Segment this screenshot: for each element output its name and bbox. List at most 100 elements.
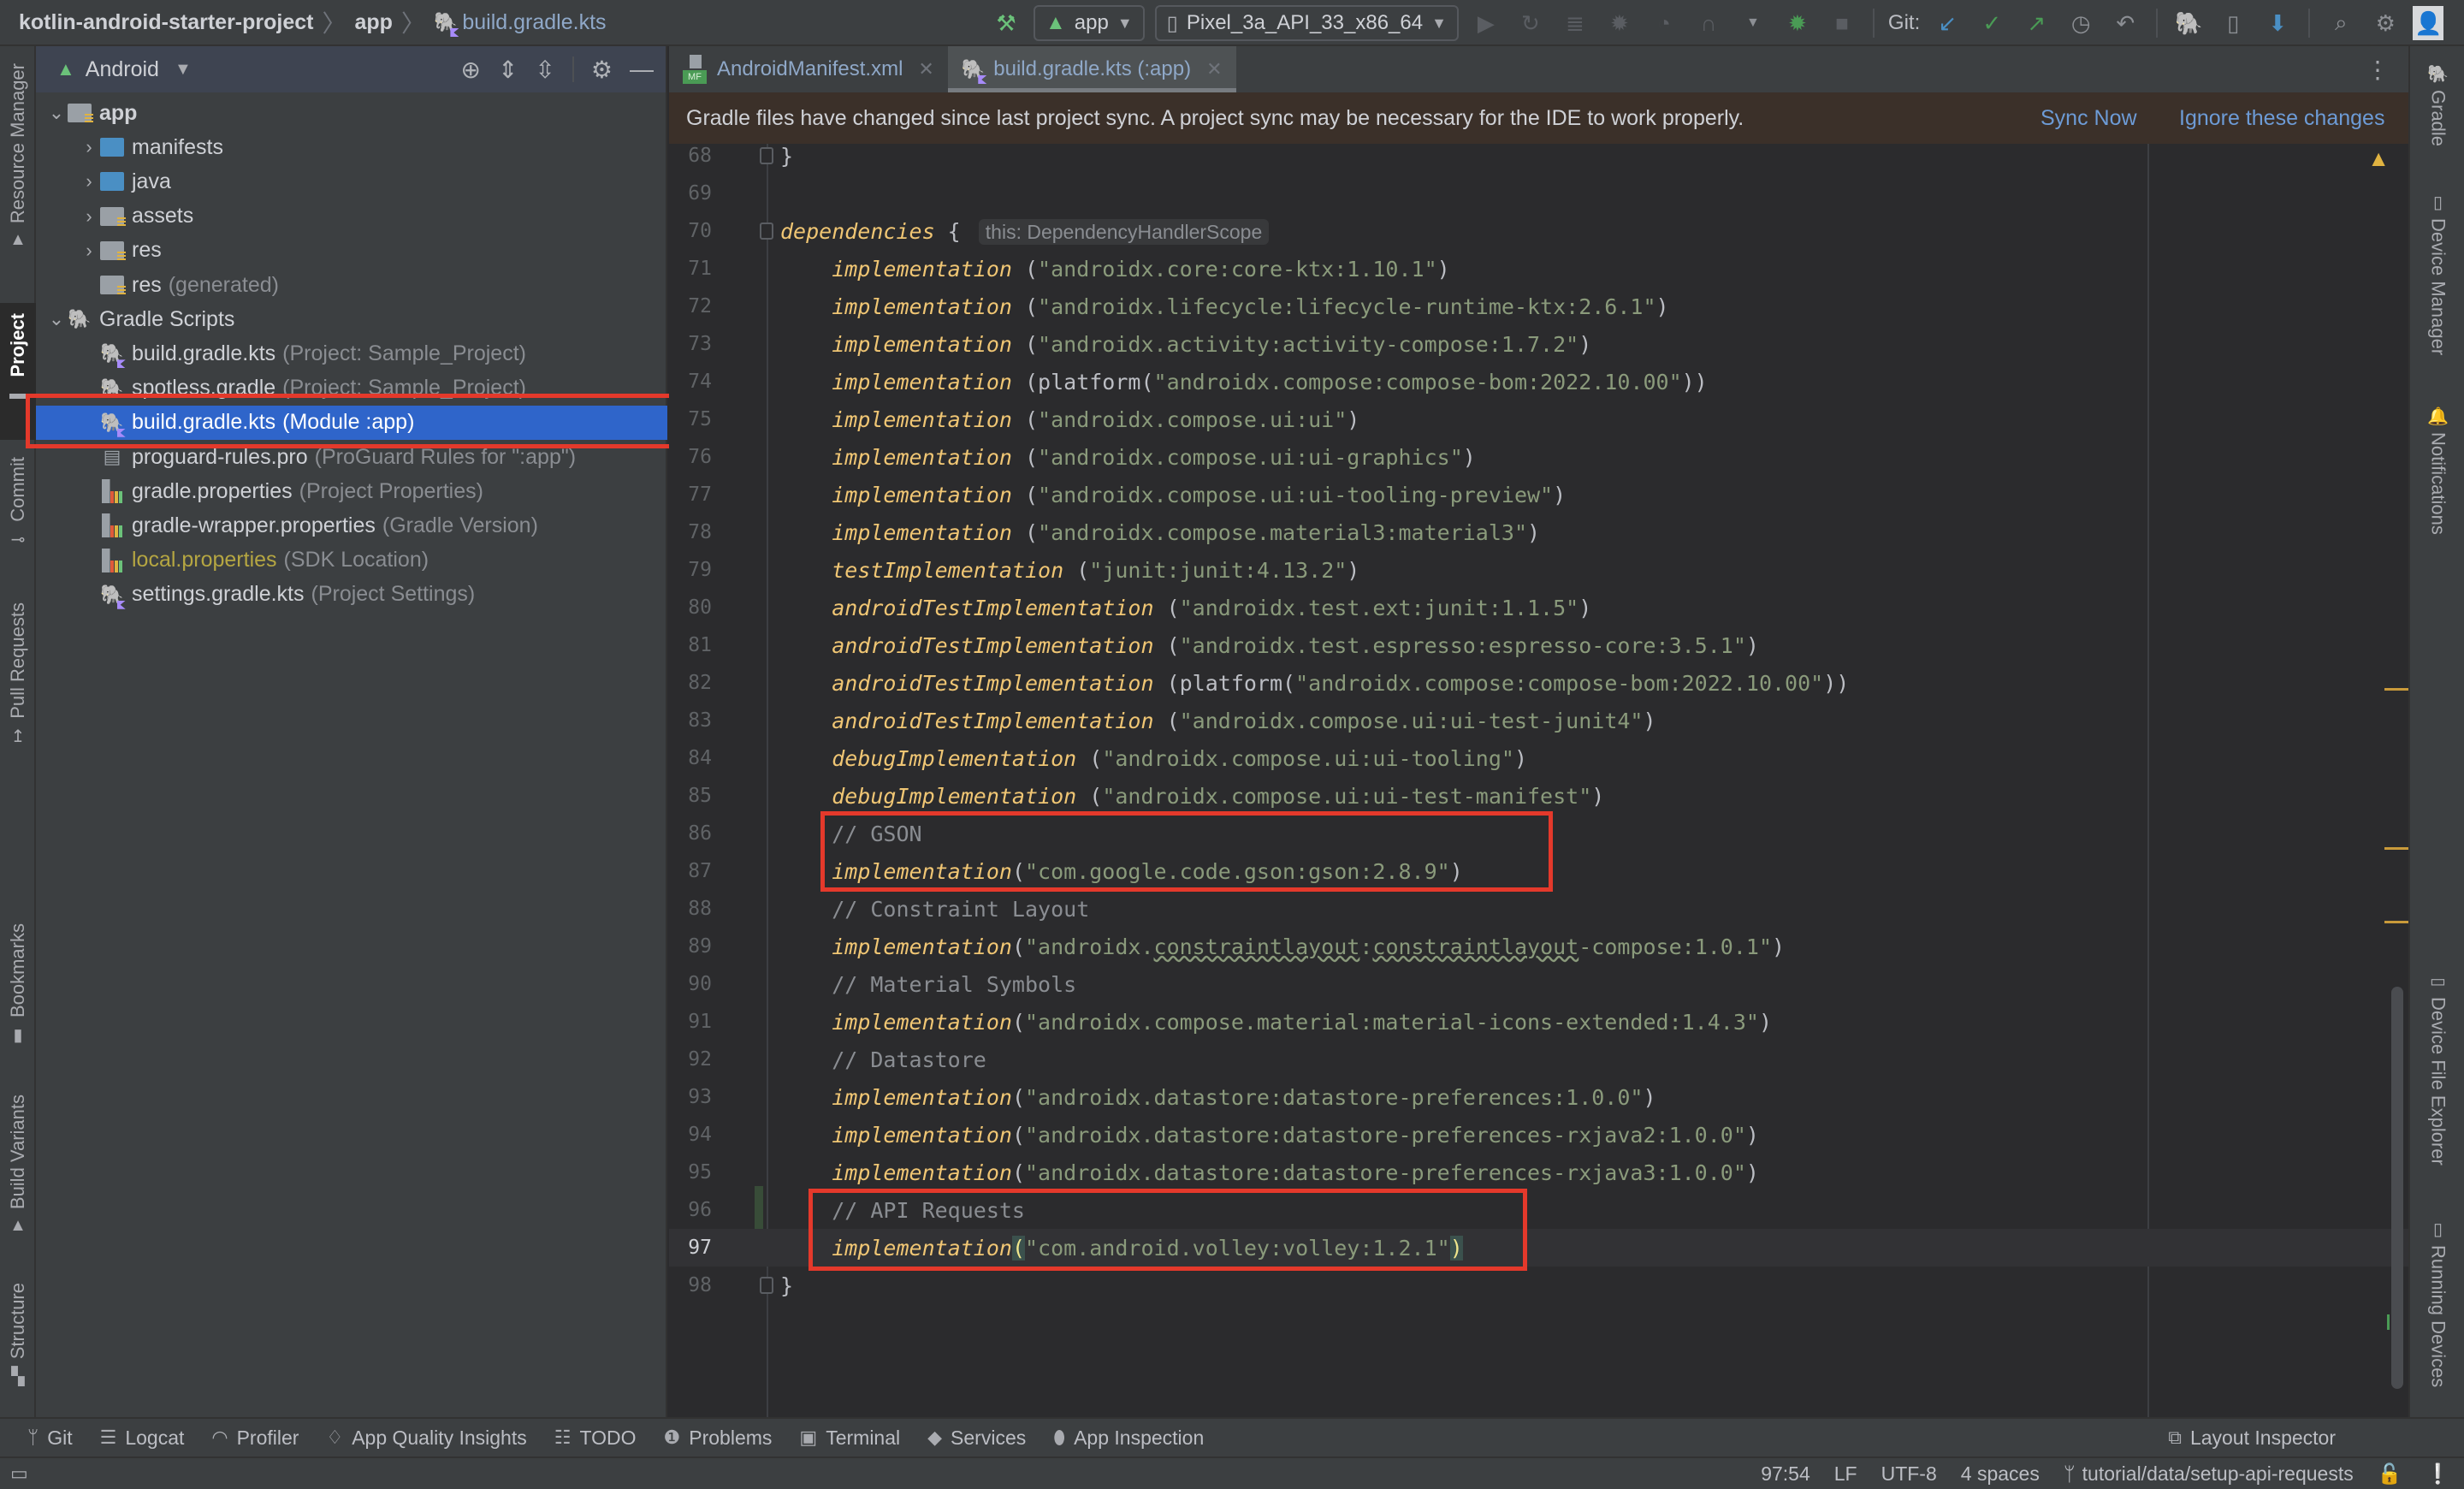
- code-line[interactable]: 88 // Constraint Layout: [669, 890, 2408, 928]
- line-number[interactable]: 77: [669, 483, 712, 506]
- code-line[interactable]: 98}: [669, 1267, 2408, 1304]
- tree-item[interactable]: gradle-wrapper.properties (Gradle Version…: [36, 508, 667, 543]
- code-line[interactable]: 76 implementation ("androidx.compose.ui:…: [669, 438, 2408, 476]
- chevron-down-icon[interactable]: ⌄: [46, 308, 67, 330]
- close-icon[interactable]: ✕: [918, 58, 933, 80]
- code-line[interactable]: 91 implementation("androidx.compose.mate…: [669, 1003, 2408, 1041]
- line-number[interactable]: 75: [669, 408, 712, 430]
- line-number[interactable]: 85: [669, 785, 712, 807]
- line-number[interactable]: 90: [669, 973, 712, 995]
- run-icon[interactable]: ▶: [1469, 6, 1503, 40]
- git-branch-widget[interactable]: ᛘ tutorial/data/setup-api-requests: [2064, 1462, 2354, 1486]
- code-line[interactable]: 79 testImplementation ("junit:junit:4.13…: [669, 551, 2408, 589]
- tool-tab-notifications[interactable]: 🔔 Notifications: [2410, 406, 2464, 535]
- chevron-right-icon[interactable]: ›: [79, 136, 99, 158]
- code-line[interactable]: 93 implementation("androidx.datastore:da…: [669, 1078, 2408, 1116]
- lock-icon[interactable]: 🔓: [2378, 1462, 2402, 1486]
- git-history-icon[interactable]: ◷: [2064, 6, 2098, 40]
- line-number[interactable]: 97: [669, 1237, 712, 1259]
- debug-icon[interactable]: ✹: [1602, 6, 1637, 40]
- device-select[interactable]: ▯ Pixel_3a_API_33_x86_64 ▼: [1154, 5, 1459, 41]
- more-run-icon[interactable]: ▼: [1736, 6, 1770, 40]
- event-log-icon[interactable]: ❕: [2426, 1462, 2450, 1486]
- code-line[interactable]: 70 dependencies { this: DependencyHandler…: [669, 212, 2408, 250]
- tree-item[interactable]: › manifests: [36, 130, 667, 164]
- tool-todo[interactable]: ☷ TODO: [554, 1427, 637, 1450]
- ignore-changes-link[interactable]: Ignore these changes: [2179, 106, 2384, 131]
- code-line[interactable]: 84 debugImplementation ("androidx.compos…: [669, 739, 2408, 777]
- chevron-right-icon[interactable]: ›: [79, 240, 99, 262]
- line-number[interactable]: 79: [669, 559, 712, 581]
- gradle-sync-icon[interactable]: 🐘: [2171, 6, 2206, 40]
- line-number[interactable]: 93: [669, 1086, 712, 1108]
- tool-logcat[interactable]: ☰ Logcat: [100, 1427, 185, 1450]
- tree-item[interactable]: › java: [36, 164, 667, 199]
- line-number[interactable]: 70: [669, 220, 712, 242]
- code-line[interactable]: 81 androidTestImplementation ("androidx.…: [669, 626, 2408, 664]
- line-number[interactable]: 69: [669, 182, 712, 205]
- locate-file-icon[interactable]: ⊕: [460, 56, 480, 84]
- code-line[interactable]: 73 implementation ("androidx.activity:ac…: [669, 325, 2408, 363]
- line-number[interactable]: 96: [669, 1199, 712, 1221]
- tree-item[interactable]: 🐘 build.gradle.kts (Project: Sample_Projec…: [36, 336, 667, 371]
- toggle-tool-windows-icon[interactable]: ▭: [10, 1462, 28, 1485]
- tree-item[interactable]: 🐘 build.gradle.kts (Module :app): [36, 405, 667, 440]
- tree-item[interactable]: ▤ proguard-rules.pro (ProGuard Rules for "…: [36, 440, 667, 474]
- tool-app-inspection[interactable]: ⬮ App Inspection: [1053, 1427, 1204, 1450]
- line-number[interactable]: 92: [669, 1048, 712, 1071]
- tool-tab-commit[interactable]: Commit ⊸: [0, 457, 36, 550]
- tool-layout-inspector[interactable]: ⧉ Layout Inspector: [2168, 1427, 2336, 1450]
- line-number[interactable]: 86: [669, 822, 712, 845]
- line-number[interactable]: 72: [669, 295, 712, 317]
- code-line[interactable]: 96 // API Requests: [669, 1191, 2408, 1229]
- tab-build-gradle-app[interactable]: 🐘 build.gradle.kts (:app) ✕: [947, 46, 1236, 92]
- warning-stripe[interactable]: [2384, 688, 2408, 691]
- line-number[interactable]: 94: [669, 1124, 712, 1146]
- line-number[interactable]: 88: [669, 898, 712, 920]
- code-line[interactable]: 87 implementation("com.google.code.gson:…: [669, 852, 2408, 890]
- tool-tab-device-file-explorer[interactable]: ▭ Device File Explorer: [2410, 970, 2464, 1166]
- tree-item[interactable]: ⌄ 🐘 Gradle Scripts: [36, 302, 667, 336]
- code-line[interactable]: 74 implementation (platform("androidx.co…: [669, 363, 2408, 400]
- git-update-icon[interactable]: ↙: [1930, 6, 1964, 40]
- tab-android-manifest[interactable]: MF AndroidManifest.xml ✕: [669, 46, 948, 92]
- fold-toggle-icon[interactable]: [760, 147, 773, 164]
- tool-tab-structure[interactable]: Structure ▚: [0, 1283, 36, 1387]
- tool-tab-resource-manager[interactable]: Resource Manager ▲: [0, 63, 36, 250]
- code-line[interactable]: 90 // Material Symbols: [669, 965, 2408, 1003]
- code-line[interactable]: 82 androidTestImplementation (platform("…: [669, 664, 2408, 702]
- line-number[interactable]: 83: [669, 709, 712, 732]
- tool-tab-pull-requests[interactable]: Pull Requests ↥: [0, 602, 36, 747]
- tool-tab-running-devices[interactable]: ▯ Running Devices: [2410, 1219, 2464, 1387]
- device-manager-icon[interactable]: ▯: [2216, 6, 2250, 40]
- more-tabs-icon[interactable]: ⋮: [2366, 46, 2390, 92]
- collapse-all-icon[interactable]: ⇳: [535, 56, 554, 84]
- code-line[interactable]: 85 debugImplementation ("androidx.compos…: [669, 777, 2408, 815]
- apply-code-changes-icon[interactable]: ≣: [1558, 6, 1592, 40]
- tool-app-quality-insights[interactable]: ♢ App Quality Insights: [326, 1427, 526, 1450]
- code-line[interactable]: 77 implementation ("androidx.compose.ui:…: [669, 476, 2408, 513]
- indent-setting[interactable]: 4 spaces: [1961, 1462, 2040, 1486]
- line-number[interactable]: 84: [669, 747, 712, 769]
- chevron-right-icon[interactable]: ›: [79, 170, 99, 193]
- tool-services[interactable]: ◆ Services: [927, 1427, 1026, 1450]
- tool-problems[interactable]: ❶ Problems: [664, 1427, 773, 1450]
- code-line[interactable]: 97 implementation("com.android.volley:vo…: [669, 1229, 2408, 1267]
- settings-icon[interactable]: ⚙: [591, 56, 613, 84]
- fold-toggle-icon[interactable]: [760, 1277, 773, 1294]
- breadcrumb-module[interactable]: app: [355, 10, 393, 35]
- tree-item[interactable]: 🐘 spotless.gradle (Project: Sample_Project…: [36, 371, 667, 406]
- tree-item[interactable]: › res: [36, 234, 667, 268]
- line-number[interactable]: 73: [669, 333, 712, 355]
- code-line[interactable]: 69: [669, 175, 2408, 212]
- code-line[interactable]: 86 // GSON: [669, 815, 2408, 852]
- tool-tab-bookmarks[interactable]: Bookmarks ▮: [0, 923, 36, 1046]
- tree-item[interactable]: gradle.properties (Project Properties): [36, 474, 667, 508]
- hammer-icon[interactable]: ⚒: [989, 6, 1023, 40]
- warning-icon[interactable]: ▲: [2367, 145, 2390, 172]
- line-number[interactable]: 81: [669, 634, 712, 656]
- expand-all-icon[interactable]: ⇕: [498, 56, 518, 84]
- profile-icon[interactable]: ◔: [1647, 6, 1681, 40]
- code-line[interactable]: 72 implementation ("androidx.lifecycle:l…: [669, 288, 2408, 325]
- vertical-scrollbar[interactable]: [2391, 987, 2403, 1389]
